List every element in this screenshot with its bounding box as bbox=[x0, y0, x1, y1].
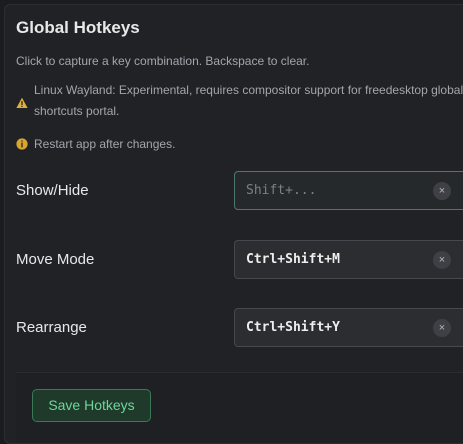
clear-hotkey-button[interactable]: × bbox=[433, 251, 451, 269]
save-hotkeys-button[interactable]: Save Hotkeys bbox=[32, 389, 151, 422]
wayland-notice: Linux Wayland: Experimental, requires co… bbox=[16, 80, 463, 122]
warning-icon bbox=[16, 97, 28, 108]
hotkey-value: Ctrl+Shift+Y bbox=[246, 320, 340, 335]
hotkey-input-show-hide[interactable]: Shift+... × bbox=[234, 171, 463, 210]
footer-divider bbox=[16, 372, 463, 373]
hotkey-label-move-mode: Move Mode bbox=[16, 251, 95, 268]
hotkey-label-show-hide: Show/Hide bbox=[16, 182, 89, 199]
wayland-notice-text: Linux Wayland: Experimental, requires co… bbox=[34, 83, 463, 118]
clear-hotkey-button[interactable]: × bbox=[433, 182, 451, 200]
restart-notice: Restart app after changes. bbox=[16, 134, 463, 155]
restart-notice-text: Restart app after changes. bbox=[34, 137, 176, 151]
hotkey-value: Ctrl+Shift+M bbox=[246, 252, 340, 267]
hotkey-input-move-mode[interactable]: Ctrl+Shift+M × bbox=[234, 240, 463, 279]
hotkey-placeholder: Shift+... bbox=[246, 183, 317, 198]
hotkey-label-rearrange: Rearrange bbox=[16, 319, 87, 336]
section-title: Global Hotkeys bbox=[16, 18, 140, 37]
clear-hotkey-button[interactable]: × bbox=[433, 319, 451, 337]
hotkey-input-rearrange[interactable]: Ctrl+Shift+Y × bbox=[234, 308, 463, 347]
section-description: Click to capture a key combination. Back… bbox=[16, 54, 310, 68]
info-icon bbox=[16, 138, 28, 150]
